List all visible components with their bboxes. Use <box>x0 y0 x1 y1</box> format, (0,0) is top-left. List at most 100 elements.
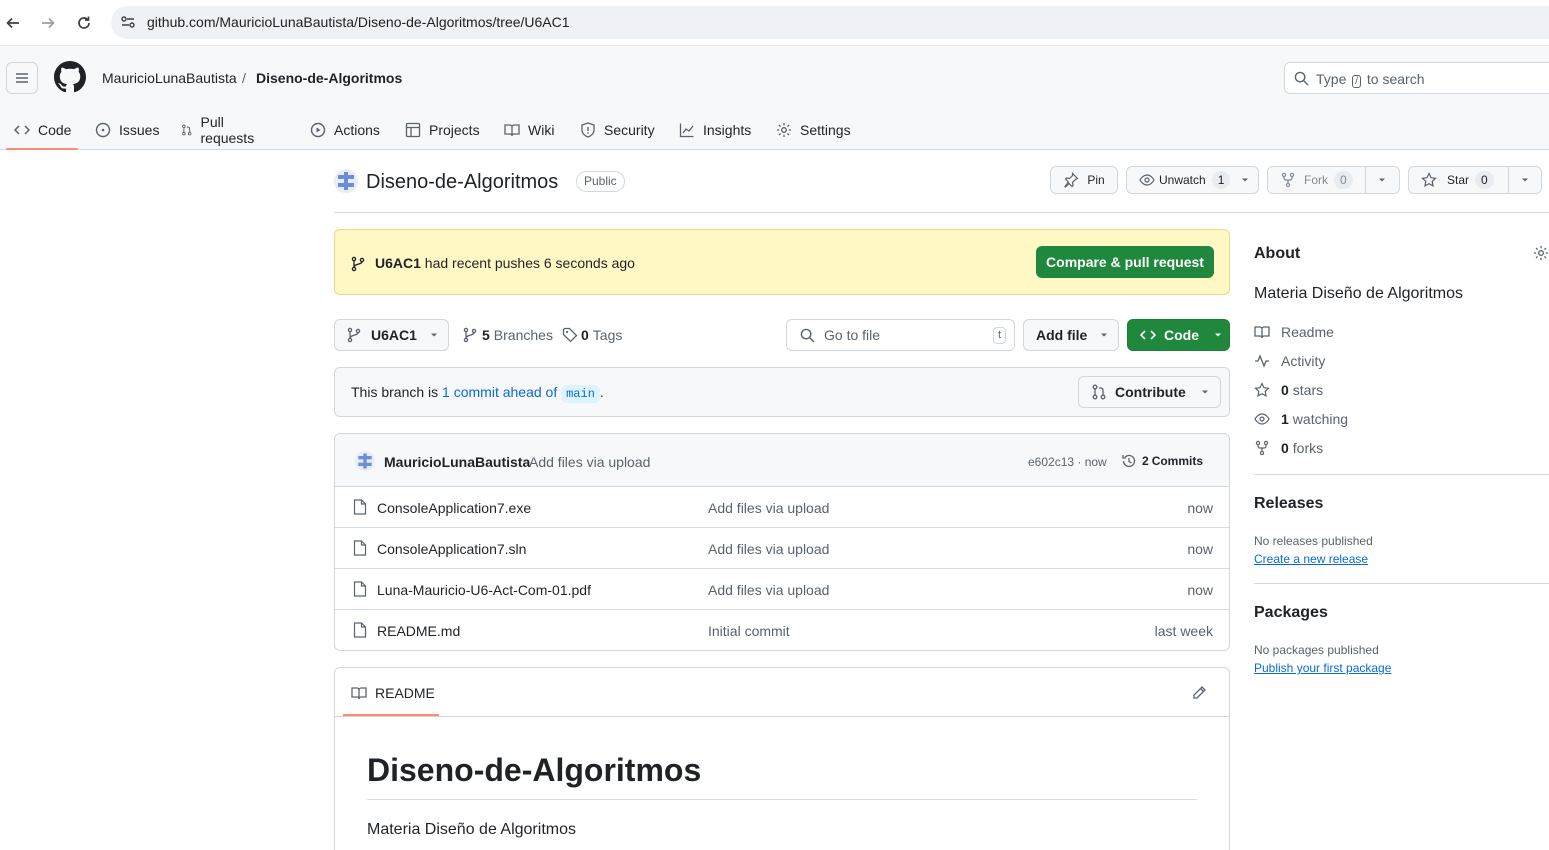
readme-body: Materia Diseño de Algoritmos <box>367 821 576 838</box>
file-commit-message[interactable]: Add files via upload <box>708 500 829 516</box>
issue-icon <box>95 122 111 138</box>
pin-button[interactable]: Pin <box>1050 166 1118 194</box>
sidebar-divider <box>1254 583 1549 584</box>
tab-code[interactable]: Code <box>6 110 78 150</box>
activity-link[interactable]: Activity <box>1254 353 1325 369</box>
file-list: MauricioLunaBautista Add files via uploa… <box>334 433 1230 651</box>
commit-message[interactable]: Add files via upload <box>529 454 650 470</box>
forward-button[interactable] <box>37 12 59 34</box>
releases-heading[interactable]: Releases <box>1254 495 1323 513</box>
tags-link[interactable]: 0 Tags <box>562 327 622 343</box>
readme-panel: README Diseno-de-Algoritmos Materia Dise… <box>334 667 1230 850</box>
breadcrumb-owner[interactable]: MauricioLunaBautista <box>102 70 237 86</box>
reload-button[interactable] <box>73 12 95 34</box>
file-row[interactable]: ConsoleApplication7.sln Add files via up… <box>335 528 1229 569</box>
pin-icon <box>1064 172 1079 188</box>
base-branch-chip[interactable]: main <box>561 385 600 403</box>
file-name[interactable]: ConsoleApplication7.sln <box>377 541 526 557</box>
eye-icon <box>1254 413 1270 425</box>
unwatch-button[interactable]: Unwatch 1 <box>1126 166 1259 194</box>
gear-icon[interactable] <box>1533 245 1549 261</box>
tab-insights[interactable]: Insights <box>679 110 751 150</box>
table-icon <box>405 122 421 138</box>
commit-author[interactable]: MauricioLunaBautista <box>384 454 530 470</box>
branch-icon <box>463 327 477 343</box>
file-icon <box>353 622 367 638</box>
url-text: github.com/MauricioLunaBautista/Diseno-d… <box>147 14 570 30</box>
recent-push-banner: U6AC1 had recent pushes 6 seconds ago Co… <box>334 229 1230 295</box>
commits-ahead-link[interactable]: 1 commit ahead of <box>442 384 557 400</box>
file-name[interactable]: README.md <box>377 623 460 639</box>
shortcut-key: t <box>992 327 1006 344</box>
file-name[interactable]: Luna-Mauricio-U6-Act-Com-01.pdf <box>377 582 591 598</box>
caret-down-icon <box>1101 333 1108 337</box>
file-row[interactable]: README.md Initial commit last week <box>335 610 1229 650</box>
create-release-link[interactable]: Create a new release <box>1254 552 1368 566</box>
commits-link[interactable]: 2 Commits <box>1121 453 1203 469</box>
latest-commit-bar: MauricioLunaBautista Add files via uploa… <box>335 434 1229 487</box>
tab-settings[interactable]: Settings <box>776 110 851 150</box>
address-bar[interactable]: github.com/MauricioLunaBautista/Diseno-d… <box>111 6 1549 39</box>
tab-actions[interactable]: Actions <box>310 110 380 150</box>
tab-pull-requests[interactable]: Pull requests <box>181 110 259 150</box>
reload-icon <box>78 16 90 29</box>
commit-author-avatar[interactable] <box>355 451 375 471</box>
add-file-button[interactable]: Add file <box>1023 319 1119 351</box>
code-icon <box>14 125 30 135</box>
file-commit-message[interactable]: Initial commit <box>708 623 790 639</box>
contribute-button[interactable]: Contribute <box>1078 376 1221 408</box>
about-heading: About <box>1254 245 1301 262</box>
github-header: MauricioLunaBautista / Diseno-de-Algorit… <box>0 46 1549 150</box>
tab-issues[interactable]: Issues <box>95 110 159 150</box>
file-icon <box>353 581 367 597</box>
graph-icon <box>679 123 694 138</box>
file-date: now <box>1187 541 1213 557</box>
tab-security[interactable]: Security <box>580 110 655 150</box>
packages-heading[interactable]: Packages <box>1254 604 1328 622</box>
branch-icon <box>351 256 365 272</box>
search-input[interactable]: Type / to search <box>1284 62 1549 94</box>
back-button[interactable] <box>2 12 24 34</box>
owner-avatar[interactable] <box>334 169 358 193</box>
fork-icon <box>1255 440 1269 456</box>
tab-projects[interactable]: Projects <box>405 110 480 150</box>
branches-link[interactable]: 5 Branches <box>463 327 553 343</box>
heading-rule <box>367 799 1197 800</box>
packages-empty: No packages published <box>1254 643 1379 657</box>
tab-wiki[interactable]: Wiki <box>504 110 554 150</box>
breadcrumb-separator: / <box>242 70 246 86</box>
file-date: last week <box>1154 623 1213 639</box>
forks-link[interactable]: 0 forks <box>1254 440 1323 456</box>
site-settings-icon[interactable] <box>119 13 137 31</box>
readme-link[interactable]: Readme <box>1254 324 1334 340</box>
breadcrumb-repo[interactable]: Diseno-de-Algoritmos <box>256 70 402 86</box>
fork-button[interactable]: Fork 0 <box>1267 166 1400 194</box>
menu-button[interactable] <box>6 62 38 94</box>
file-row[interactable]: ConsoleApplication7.exe Add files via up… <box>335 487 1229 528</box>
file-date: now <box>1187 500 1213 516</box>
readme-tab[interactable]: README <box>351 685 435 701</box>
file-commit-message[interactable]: Add files via upload <box>708 541 829 557</box>
code-button[interactable]: Code <box>1127 319 1230 351</box>
file-commit-message[interactable]: Add files via upload <box>708 582 829 598</box>
watching-link[interactable]: 1 watching <box>1254 411 1348 427</box>
repo-title[interactable]: Diseno-de-Algoritmos <box>366 171 558 194</box>
star-button[interactable]: Star 0 <box>1408 166 1542 194</box>
go-to-file-input[interactable]: Go to file t <box>786 319 1015 351</box>
commit-hash-time[interactable]: e602c13 · now <box>1028 455 1107 469</box>
about-description: Materia Diseño de Algoritmos <box>1254 285 1463 302</box>
pencil-icon[interactable] <box>1191 685 1207 701</box>
arrow-left-icon <box>6 17 19 29</box>
pushed-branch[interactable]: U6AC1 <box>375 255 421 271</box>
file-icon <box>353 540 367 556</box>
github-logo-icon[interactable] <box>54 61 86 93</box>
branch-selector[interactable]: U6AC1 <box>334 319 449 351</box>
caret-down-icon <box>430 333 437 337</box>
publish-package-link[interactable]: Publish your first package <box>1254 661 1391 675</box>
history-icon <box>1122 454 1136 468</box>
branch-status: This branch is 1 commit ahead of main. C… <box>334 367 1230 417</box>
stars-link[interactable]: 0 stars <box>1254 382 1323 398</box>
file-row[interactable]: Luna-Mauricio-U6-Act-Com-01.pdf Add file… <box>335 569 1229 610</box>
file-name[interactable]: ConsoleApplication7.exe <box>377 500 531 516</box>
compare-pull-request-button[interactable]: Compare & pull request <box>1036 246 1214 278</box>
